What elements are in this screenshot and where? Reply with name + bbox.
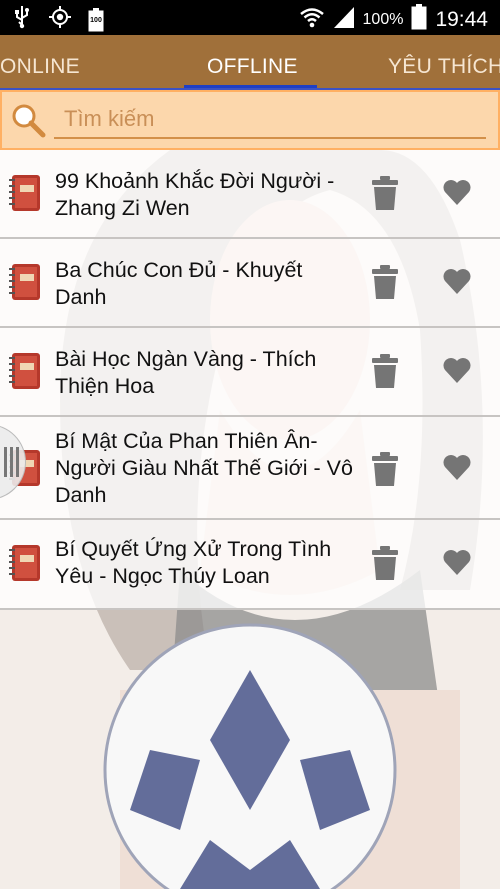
list-item[interactable]: 99 Khoảnh Khắc Đời Người - Zhang Zi Wen (0, 150, 500, 239)
tab-online[interactable]: ONLINE (0, 55, 80, 79)
tab-bar: ONLINE OFFLINE YÊU THÍCH (0, 35, 500, 89)
list-item[interactable]: Ba Chúc Con Đủ - Khuyết Danh (0, 239, 500, 328)
delete-icon[interactable] (372, 354, 398, 393)
search-bar (0, 90, 500, 150)
battery-small-icon: 100 (88, 7, 104, 32)
book-icon (9, 352, 41, 395)
book-title: Bí Quyết Ứng Xử Trong Tình Yêu - Ngọc Th… (55, 537, 332, 588)
book-title: Bài Học Ngàn Vàng - Thích Thiện Hoa (55, 347, 317, 398)
favorite-heart-icon[interactable] (443, 549, 471, 580)
favorite-heart-icon[interactable] (443, 454, 471, 485)
book-icon (9, 263, 41, 306)
handle-grip-line (16, 447, 19, 477)
battery-percent: 100% (362, 10, 404, 28)
book-icon (9, 174, 41, 217)
wifi-icon (299, 5, 325, 34)
delete-icon[interactable] (372, 265, 398, 304)
handle-grip-line (10, 447, 13, 477)
battery-icon (411, 4, 427, 35)
search-input[interactable] (54, 101, 486, 139)
gps-icon (48, 5, 72, 34)
tab-offline[interactable]: OFFLINE (207, 55, 298, 79)
list-item[interactable]: Bí Quyết Ứng Xử Trong Tình Yêu - Ngọc Th… (0, 520, 500, 610)
delete-icon[interactable] (372, 176, 398, 215)
handle-grip-line (4, 447, 7, 477)
search-icon[interactable] (10, 102, 46, 143)
tab-favorites[interactable]: YÊU THÍCH (388, 55, 500, 79)
delete-icon[interactable] (372, 452, 398, 491)
book-icon (9, 544, 41, 587)
book-title: Bí Mật Của Phan Thiên Ân- Người Giàu Nhấ… (55, 429, 353, 507)
favorite-heart-icon[interactable] (443, 179, 471, 210)
clock: 19:44 (435, 7, 488, 31)
usb-icon (12, 5, 32, 34)
book-title: 99 Khoảnh Khắc Đời Người - Zhang Zi Wen (55, 169, 335, 220)
list-item[interactable]: Bài Học Ngàn Vàng - Thích Thiện Hoa (0, 328, 500, 417)
tab-divider (0, 88, 500, 90)
book-title: Ba Chúc Con Đủ - Khuyết Danh (55, 258, 303, 309)
book-list: 99 Khoảnh Khắc Đời Người - Zhang Zi Wen … (0, 150, 500, 610)
favorite-heart-icon[interactable] (443, 268, 471, 299)
battery-small-label: 100 (90, 16, 102, 24)
status-bar: 100 100% 19:44 (0, 0, 500, 35)
favorite-heart-icon[interactable] (443, 357, 471, 388)
list-item[interactable]: Bí Mật Của Phan Thiên Ân- Người Giàu Nhấ… (0, 417, 500, 520)
delete-icon[interactable] (372, 546, 398, 585)
signal-icon (333, 5, 355, 34)
